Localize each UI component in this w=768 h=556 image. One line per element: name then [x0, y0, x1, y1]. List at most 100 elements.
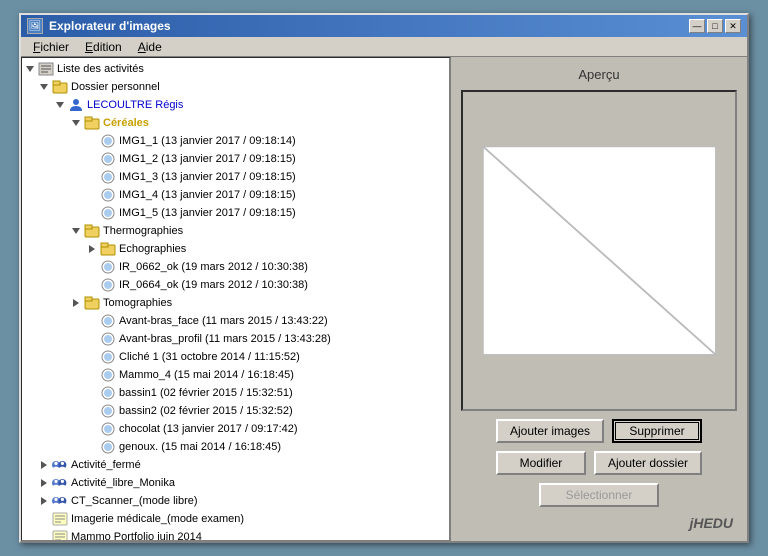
tree-item-avant2[interactable]: Avant-bras_profil (11 mars 2015 / 13:43:…	[22, 330, 449, 348]
delete-button[interactable]: Supprimer	[612, 419, 702, 443]
tree-item-img1[interactable]: IMG1_1 (13 janvier 2017 / 09:18:14)	[22, 132, 449, 150]
tree-item-dossier[interactable]: Dossier personnel	[22, 78, 449, 96]
tree-item-act-ferme[interactable]: Activité_fermé	[22, 456, 449, 474]
image-icon	[100, 151, 116, 167]
expand-icon	[86, 243, 98, 255]
item-label: Avant-bras_profil (11 mars 2015 / 13:43:…	[119, 333, 331, 345]
brand-label: jHEDU	[461, 515, 737, 531]
tree-item-tomo[interactable]: Tomographies	[22, 294, 449, 312]
tree-item-img2[interactable]: IMG1_2 (13 janvier 2017 / 09:18:15)	[22, 150, 449, 168]
item-label: Cliché 1 (31 octobre 2014 / 11:15:52)	[119, 351, 300, 363]
image-icon	[100, 367, 116, 383]
item-label: Echographies	[119, 243, 186, 255]
expand-icon	[70, 225, 82, 237]
tree-item-mammo-port[interactable]: Mammo Portfolio juin 2014	[22, 528, 449, 541]
image-icon	[100, 187, 116, 203]
folder-icon	[100, 241, 116, 257]
expand-icon	[38, 477, 50, 489]
tree-item-echo[interactable]: Echographies	[22, 240, 449, 258]
item-label: Activité_fermé	[71, 459, 141, 471]
minimize-button[interactable]: —	[689, 19, 705, 33]
expand-icon	[38, 81, 50, 93]
image-icon	[100, 439, 116, 455]
tree-item-mammo4[interactable]: Mammo_4 (15 mai 2014 / 16:18:45)	[22, 366, 449, 384]
menu-fichier[interactable]: Fichier	[25, 38, 77, 56]
expand-icon	[70, 117, 82, 129]
menu-aide[interactable]: Aide	[130, 38, 170, 56]
tree-item-lecoultre[interactable]: LECOULTRE Régis	[22, 96, 449, 114]
tree-item-ir1[interactable]: IR_0662_ok (19 mars 2012 / 10:30:38)	[22, 258, 449, 276]
tree-item-img5[interactable]: IMG1_5 (13 janvier 2017 / 09:18:15)	[22, 204, 449, 222]
tree-item-ir2[interactable]: IR_0664_ok (19 mars 2012 / 10:30:38)	[22, 276, 449, 294]
tree-item-img4[interactable]: IMG1_4 (13 janvier 2017 / 09:18:15)	[22, 186, 449, 204]
image-icon	[100, 421, 116, 437]
tree-item-genoux[interactable]: genoux. (15 mai 2014 / 16:18:45)	[22, 438, 449, 456]
menu-bar: Fichier Edition Aide	[21, 37, 747, 57]
item-label: Céréales	[103, 117, 149, 129]
item-label: LECOULTRE Régis	[87, 99, 183, 111]
item-label: Activité_libre_Monika	[71, 477, 175, 489]
person-icon	[68, 97, 84, 113]
item-label: Mammo_4 (15 mai 2014 / 16:18:45)	[119, 369, 294, 381]
item-label: bassin2 (02 février 2015 / 15:32:52)	[119, 405, 293, 417]
item-label: IMG1_3 (13 janvier 2017 / 09:18:15)	[119, 171, 296, 183]
restore-button[interactable]: □	[707, 19, 723, 33]
tree-item-img3[interactable]: IMG1_3 (13 janvier 2017 / 09:18:15)	[22, 168, 449, 186]
window-title: Explorateur d'images	[49, 19, 683, 33]
image-icon	[100, 331, 116, 347]
expand-icon	[24, 63, 36, 75]
image-icon	[100, 403, 116, 419]
tree-panel[interactable]: Liste des activités Dossier personnel	[21, 57, 451, 541]
tree-item-avant1[interactable]: Avant-bras_face (11 mars 2015 / 13:43:22…	[22, 312, 449, 330]
item-label: IMG1_2 (13 janvier 2017 / 09:18:15)	[119, 153, 296, 165]
item-label: Avant-bras_face (11 mars 2015 / 13:43:22…	[119, 315, 328, 327]
item-label: bassin1 (02 février 2015 / 15:32:51)	[119, 387, 293, 399]
folder-icon	[84, 295, 100, 311]
image-icon	[100, 277, 116, 293]
expand-icon	[38, 495, 50, 507]
tree-item-act-libre[interactable]: Activité_libre_Monika	[22, 474, 449, 492]
list-icon	[38, 61, 54, 77]
select-button[interactable]: Sélectionner	[539, 483, 659, 507]
activity-icon	[52, 457, 68, 473]
modify-button[interactable]: Modifier	[496, 451, 586, 475]
expand-icon	[54, 99, 66, 111]
folder-icon	[84, 223, 100, 239]
tree-item-bassin1[interactable]: bassin1 (02 février 2015 / 15:32:51)	[22, 384, 449, 402]
item-label: chocolat (13 janvier 2017 / 09:17:42)	[119, 423, 298, 435]
window-controls: — □ ✕	[689, 19, 741, 33]
preview-label: Aperçu	[461, 67, 737, 82]
tree-item-imagerie[interactable]: Imagerie médicale_(mode examen)	[22, 510, 449, 528]
tree-item-cliche[interactable]: Cliché 1 (31 octobre 2014 / 11:15:52)	[22, 348, 449, 366]
tree-item-liste[interactable]: Liste des activités	[22, 60, 449, 78]
add-images-button[interactable]: Ajouter images	[496, 419, 604, 443]
add-folder-button[interactable]: Ajouter dossier	[594, 451, 702, 475]
preview-box	[461, 90, 737, 411]
item-label: Dossier personnel	[71, 81, 160, 93]
expand-icon	[70, 297, 82, 309]
folder-icon	[52, 79, 68, 95]
item-label: Mammo Portfolio juin 2014	[71, 531, 202, 541]
close-button[interactable]: ✕	[725, 19, 741, 33]
tree-item-choco[interactable]: chocolat (13 janvier 2017 / 09:17:42)	[22, 420, 449, 438]
image-icon	[100, 205, 116, 221]
button-row-3: Sélectionner	[461, 483, 737, 507]
pencil-icon	[52, 511, 68, 527]
item-label: Thermographies	[103, 225, 183, 237]
image-icon	[100, 349, 116, 365]
folder-open-icon	[84, 115, 100, 131]
item-label: IMG1_5 (13 janvier 2017 / 09:18:15)	[119, 207, 296, 219]
window-icon: 🖼	[27, 18, 43, 34]
menu-edition[interactable]: Edition	[77, 38, 130, 56]
preview-image	[477, 108, 722, 393]
main-content: Liste des activités Dossier personnel	[21, 57, 747, 541]
item-label: IR_0662_ok (19 mars 2012 / 10:30:38)	[119, 261, 308, 273]
item-label: IMG1_1 (13 janvier 2017 / 09:18:14)	[119, 135, 296, 147]
button-row-1: Ajouter images Supprimer	[461, 419, 737, 443]
tree-item-thermo[interactable]: Thermographies	[22, 222, 449, 240]
tree-item-ct-scanner[interactable]: CT_Scanner_(mode libre)	[22, 492, 449, 510]
item-label: IR_0664_ok (19 mars 2012 / 10:30:38)	[119, 279, 308, 291]
tree-item-cereales[interactable]: Céréales	[22, 114, 449, 132]
tree-item-bassin2[interactable]: bassin2 (02 février 2015 / 15:32:52)	[22, 402, 449, 420]
activity-icon	[52, 493, 68, 509]
